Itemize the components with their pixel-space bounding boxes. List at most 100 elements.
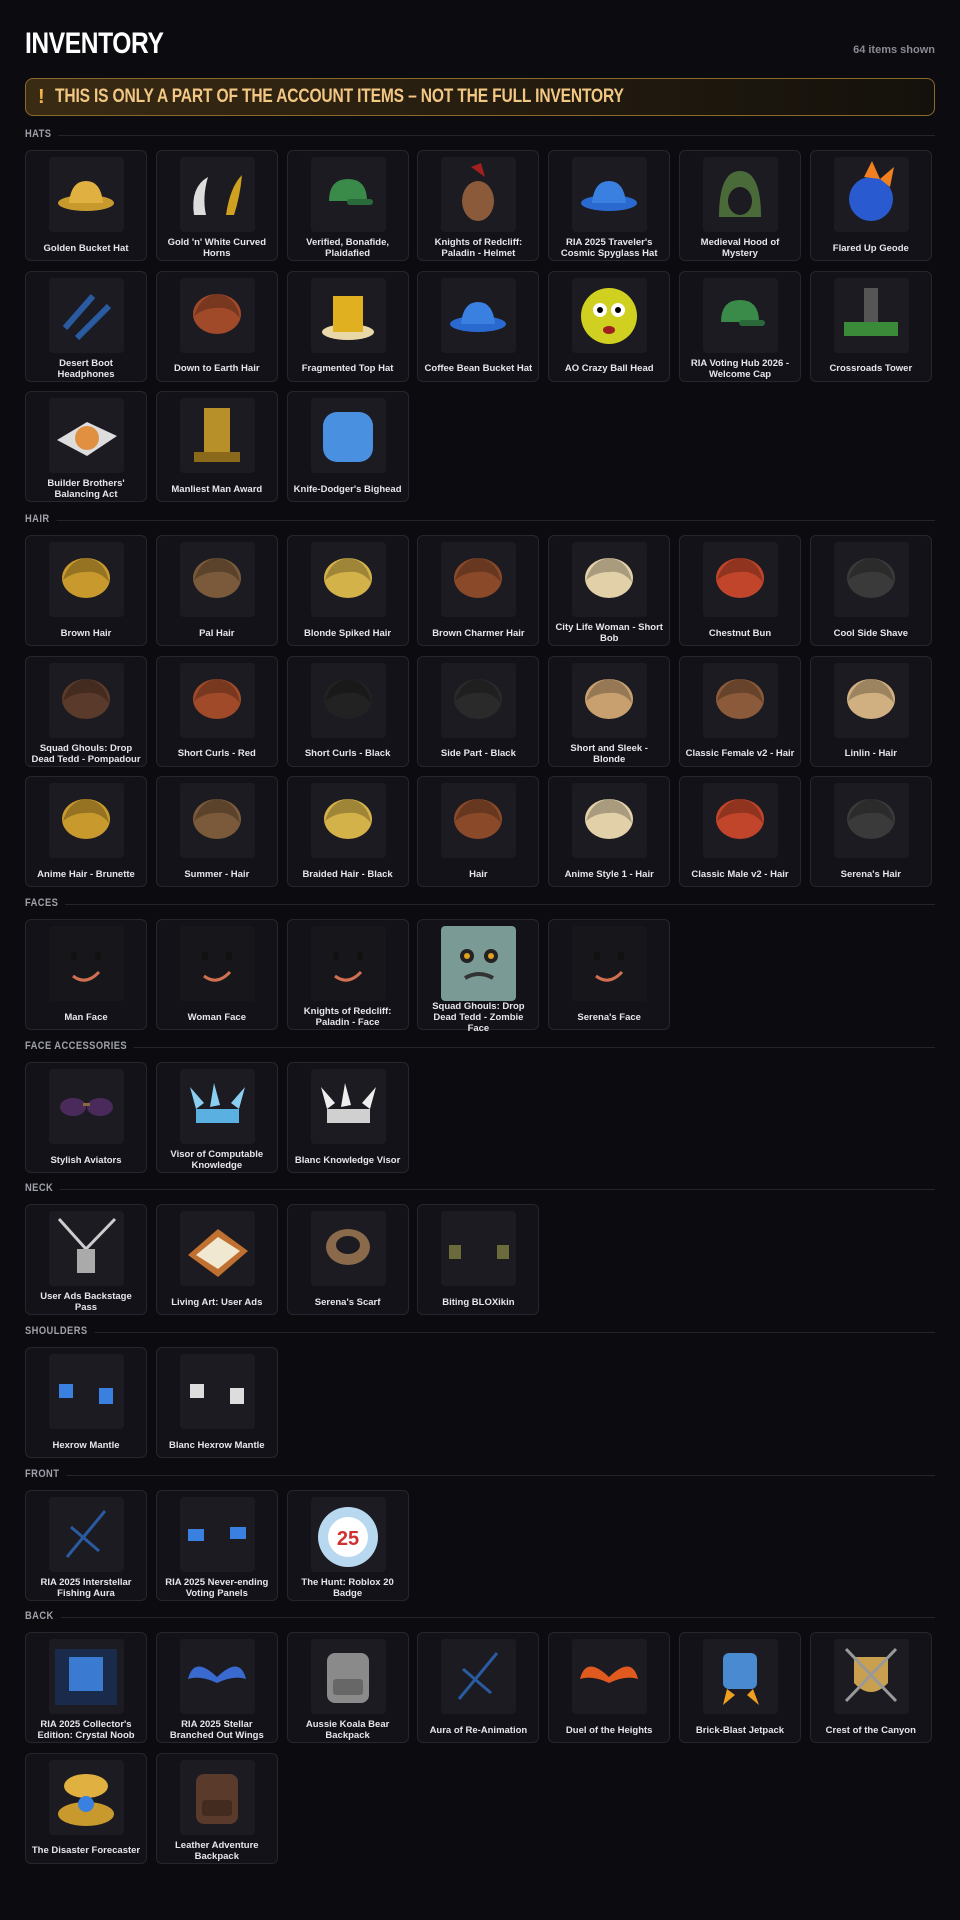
item-name: Crest of the Canyon	[825, 1724, 916, 1736]
item-card[interactable]: Leather Adventure Backpack	[155, 1752, 278, 1864]
item-card[interactable]: Stylish Aviators	[25, 1062, 147, 1173]
item-name: Squad Ghouls: Drop Dead Tedd - Pompadour	[31, 742, 141, 765]
item-card[interactable]: Brick-Blast Jetpack	[679, 1632, 801, 1743]
item-name: Medieval Hood of Mystery	[700, 237, 780, 259]
item-card[interactable]: RIA 2025 Stellar Branched Out Wings	[155, 1632, 278, 1743]
item-card[interactable]: Gold 'n' White Curved Horns	[155, 150, 278, 261]
item-card[interactable]: Anime Hair - Brunette	[25, 776, 147, 887]
item-card[interactable]: Aussie Koala Bear Backpack	[286, 1632, 409, 1743]
section-header: FACES	[25, 897, 935, 911]
face-icon	[310, 926, 386, 1001]
item-card[interactable]: Knife-Dodger's Bighead	[286, 391, 409, 502]
section-label: NECK	[25, 1182, 60, 1194]
aura-icon	[49, 1497, 124, 1572]
item-card[interactable]: Blanc Hexrow Mantle	[155, 1347, 278, 1458]
section-shoulders: SHOULDERS Hexrow Mantle Blanc Hexrow Mantl…	[25, 1325, 935, 1458]
item-card[interactable]: Knights of Redcliff: Paladin - Helmet	[417, 150, 540, 261]
item-card[interactable]: Woman Face	[155, 919, 278, 1030]
item-name: Woman Face	[187, 1011, 247, 1023]
item-name: Linlin - Hair	[844, 748, 897, 759]
item-card[interactable]: RIA 2025 Never-ending Voting Panels	[155, 1490, 278, 1601]
item-name: Pal Hair	[199, 627, 235, 639]
item-name: Blanc Hexrow Mantle	[169, 1439, 265, 1451]
item-card[interactable]: City Life Woman - Short Bob	[548, 535, 671, 646]
item-card[interactable]: Man Face	[25, 919, 147, 1030]
item-card[interactable]: Knights of Redcliff: Paladin - Face	[286, 919, 409, 1030]
item-card[interactable]: RIA 2025 Interstellar Fishing Aura	[25, 1490, 147, 1601]
item-card[interactable]: Serena's Scarf	[286, 1204, 409, 1315]
item-card[interactable]: Duel of the Heights	[548, 1632, 671, 1743]
item-card[interactable]: Visor of Computable Knowledge	[155, 1062, 278, 1173]
item-card[interactable]: Squad Ghouls: Drop Dead Tedd - Zombie Fa…	[417, 919, 540, 1034]
item-card[interactable]: AO Crazy Ball Head	[548, 270, 671, 382]
item-card[interactable]: RIA Voting Hub 2026 - Welcome Cap	[679, 270, 801, 382]
item-card[interactable]: Chestnut Bun	[679, 535, 801, 646]
item-card[interactable]: Classic Female v2 - Hair	[679, 655, 801, 767]
visor-icon	[310, 1069, 386, 1144]
item-card[interactable]: Serena's Hair	[809, 776, 932, 887]
item-name: RIA Voting Hub 2026 - Welcome Cap	[690, 357, 790, 380]
hat-icon	[49, 157, 124, 232]
item-name: The Disaster Forecaster	[31, 1845, 141, 1856]
item-card[interactable]: RIA 2025 Collector's Edition: Crystal No…	[25, 1632, 147, 1743]
item-card[interactable]: Desert Boot Headphones	[25, 270, 147, 382]
item-name: The Hunt: Roblox 20 Badge	[301, 1577, 394, 1599]
item-card[interactable]: Manliest Man Award	[155, 391, 278, 502]
item-card[interactable]: Brown Hair	[25, 535, 147, 646]
item-card[interactable]: Medieval Hood of Mystery	[679, 150, 801, 261]
pizza-icon	[49, 398, 124, 473]
item-card[interactable]: Classic Male v2 - Hair	[679, 776, 801, 887]
item-card[interactable]: Blanc Knowledge Visor	[286, 1062, 409, 1173]
item-card[interactable]: Cool Side Shave	[809, 535, 932, 646]
item-card[interactable]: Crossroads Tower	[809, 270, 932, 382]
item-card[interactable]: Aura of Re-Animation	[417, 1632, 540, 1743]
face-icon	[572, 926, 648, 1001]
item-card[interactable]: Brown Charmer Hair	[417, 535, 540, 646]
item-card[interactable]: Living Art: User Ads	[155, 1204, 278, 1315]
item-card[interactable]: Golden Bucket Hat	[25, 150, 147, 261]
item-card[interactable]: Side Part - Black	[417, 655, 540, 767]
item-card[interactable]: Crest of the Canyon	[809, 1632, 932, 1743]
cap-icon	[703, 277, 778, 353]
item-card[interactable]: Biting BLOXikin	[417, 1204, 540, 1315]
item-card[interactable]: Fragmented Top Hat	[286, 270, 409, 382]
hair-icon	[179, 783, 255, 858]
section-back: BACK RIA 2025 Collector's Edition: Crysta…	[25, 1610, 935, 1864]
item-card[interactable]: User Ads Backstage Pass	[25, 1204, 147, 1315]
hair-icon	[833, 662, 909, 738]
item-card[interactable]: Verified, Bonafide, Plaidafied	[286, 150, 409, 261]
item-card[interactable]: 25 The Hunt: Roblox 20 Badge	[286, 1490, 409, 1601]
item-card[interactable]: RIA 2025 Traveler's Cosmic Spyglass Hat	[548, 150, 671, 261]
section-header: NECK	[25, 1182, 935, 1196]
item-card[interactable]: Linlin - Hair	[809, 655, 932, 767]
item-card[interactable]: Summer - Hair	[155, 776, 278, 887]
item-card[interactable]: Flared Up Geode	[809, 150, 932, 261]
item-card[interactable]: Short and Sleek - Blonde	[548, 655, 671, 767]
item-card[interactable]: Hexrow Mantle	[25, 1347, 147, 1458]
item-card[interactable]: Braided Hair - Black	[286, 776, 409, 887]
hair-icon	[49, 542, 124, 617]
svg-text:25: 25	[336, 1528, 358, 1550]
item-card[interactable]: Serena's Face	[548, 919, 671, 1030]
bighead-icon	[310, 398, 386, 473]
item-name: Desert Boot Headphones	[57, 357, 115, 380]
item-card[interactable]: Builder Brothers' Balancing Act	[25, 391, 147, 502]
item-card[interactable]: Hair	[417, 776, 540, 887]
item-card[interactable]: Short Curls - Black	[286, 655, 409, 767]
item-card[interactable]: Pal Hair	[155, 535, 278, 646]
item-card[interactable]: Coffee Bean Bucket Hat	[417, 270, 540, 382]
item-card[interactable]: Blonde Spiked Hair	[286, 535, 409, 646]
item-card[interactable]: Down to Earth Hair	[155, 270, 278, 382]
item-card[interactable]: Squad Ghouls: Drop Dead Tedd - Pompadour	[25, 655, 147, 767]
hair-icon	[833, 542, 909, 617]
item-card[interactable]: Short Curls - Red	[155, 655, 278, 767]
section-neck: NECK User Ads Backstage Pass Living Art: U…	[25, 1182, 935, 1315]
hair-icon	[703, 542, 778, 617]
item-card[interactable]: Anime Style 1 - Hair	[548, 776, 671, 887]
item-card[interactable]: The Disaster Forecaster	[25, 1752, 147, 1864]
section-divider	[25, 1189, 935, 1190]
item-name: City Life Woman - Short Bob	[555, 622, 663, 644]
section-label: HAIR	[25, 513, 57, 525]
visor-icon	[179, 1069, 255, 1144]
hair-icon	[703, 662, 778, 738]
